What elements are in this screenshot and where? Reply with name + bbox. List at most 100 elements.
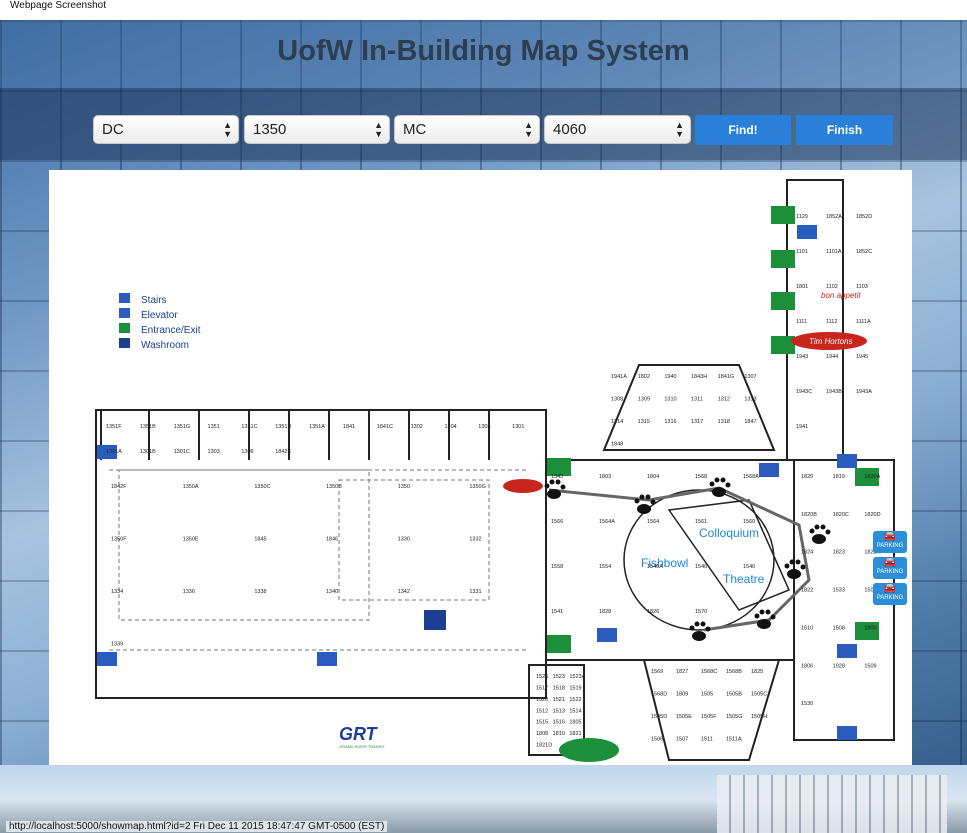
room-number: 1944 [826,354,838,360]
parking-label: PARKING [876,595,904,601]
to-building-select[interactable]: MC ▲ ▼ [394,115,540,144]
room-number: 1568A [743,474,759,480]
room-number: 1507 [676,737,688,743]
room-number: 1522 [569,697,581,703]
go-transit-logo [559,738,619,762]
room-number: 1941A [611,374,627,380]
from-room-select[interactable]: 1350 ▲ ▼ [244,115,390,144]
room-number: 1848 [611,442,623,448]
room-number: 1521 [553,697,565,703]
room-number: 1351C [241,424,257,430]
grt-logo: GRT [339,724,379,744]
room-number: 1541 [551,609,563,615]
room-number: 1350B [326,484,342,490]
parking-button[interactable]: 🚘 PARKING [873,583,907,605]
room-number: 1311 [691,397,703,403]
room-number: 1309 [638,397,650,403]
finish-button[interactable]: Finish [796,115,893,145]
room-number: 1568 [695,474,707,480]
room-number: 1819 [833,474,845,480]
room-number: 1350A [183,484,199,490]
to-room-select[interactable]: 4060 ▲ ▼ [544,115,691,144]
room-number: 1303 [208,449,220,455]
room-number: 1841 [343,424,355,430]
room-number: 1340 [326,589,338,595]
room-number: 1510 [801,625,813,631]
exit-icon [119,323,130,333]
room-number: 1505B [726,692,742,698]
room-number: 1822 [801,588,813,594]
parking-label: PARKING [876,569,904,575]
room-number: 1318 [718,419,730,425]
room-number: 1804 [647,474,659,480]
room-number: 1129 [796,214,808,220]
room-number: 1350F [111,537,127,543]
paw-marker [689,621,711,641]
appetit-label: bon appetit [821,291,861,300]
room-number: 1509 [864,663,876,669]
to-room-value: 4060 [553,121,587,138]
room-number: 1339 [111,642,123,648]
elevator-icon [119,308,130,318]
room-number: 1546 [695,564,707,570]
room-number: 1317 [691,419,703,425]
room-number: 1826 [647,609,659,615]
room-number: 1350 [398,484,410,490]
room-number: 1943 [796,354,808,360]
exit-icon [771,250,795,268]
room-number: 1852C [856,249,872,255]
room-number: 1307 [744,374,756,380]
floor-map[interactable]: Stairs Elevator Entrance/Exit Washroom C… [49,170,912,765]
chevron-updown-icon: ▲ ▼ [374,120,383,139]
room-number: 1342 [398,589,410,595]
room-number: 1330 [398,537,410,543]
room-number: 1505H [751,714,767,720]
room-number: 1306 [241,449,253,455]
room-number: 1310 [664,397,676,403]
stairs-icon [797,225,817,239]
car-icon: 🚘 [883,583,897,594]
room-number: 1351F [106,424,122,430]
room-number: 1523 [553,674,565,680]
room-number: 1820A [864,474,880,480]
room-number: 1505E [676,714,692,720]
south-hall-outline [642,659,781,761]
room-number: 1351B [140,424,156,430]
car-icon: 🚘 [883,531,897,542]
parking-button[interactable]: 🚘 PARKING [873,557,907,579]
from-building-select[interactable]: DC ▲ ▼ [93,115,239,144]
room-number: 1301B [140,449,156,455]
room-number: 1508 [833,625,845,631]
room-number: 1511A [726,737,742,743]
room-number: 1570 [695,609,707,615]
room-number: 1803 [599,474,611,480]
room-number: 1316 [664,419,676,425]
room-number: 1305 [478,424,490,430]
room-number: 1943A [856,389,872,395]
room-number: 1841C [377,424,393,430]
room-number: 1566 [551,519,563,525]
room-number: 1846 [326,537,338,543]
room-number: 1843H [691,374,707,380]
screenshot-caption: Webpage Screenshot [10,0,106,11]
colloquium-label: Colloquium [699,526,759,540]
room-number: 1351D [275,424,291,430]
room-number: 1505D [651,714,667,720]
room-number: 1821D [536,743,552,749]
building-facade [717,775,947,833]
room-number: 1315 [638,419,650,425]
parking-button[interactable]: 🚘 PARKING [873,531,907,553]
room-labels: 1129 1852A 1852D 1101 1101A 1852C 1801 1102 1103… [106,214,881,749]
room-number: 1805 [569,720,581,726]
room-number: 1513 [553,708,565,714]
room-number: 1825 [751,669,763,675]
find-button[interactable]: Find! [695,115,791,145]
tim-hortons-logo [503,479,543,493]
theatre-label: Theatre [723,572,765,586]
paw-marker [544,479,566,499]
room-number: 1806 [801,663,813,669]
room-number: 1111 [796,319,807,325]
stairs-icon [97,652,117,666]
stairs-icon [119,293,130,303]
paw-marker [809,524,831,544]
